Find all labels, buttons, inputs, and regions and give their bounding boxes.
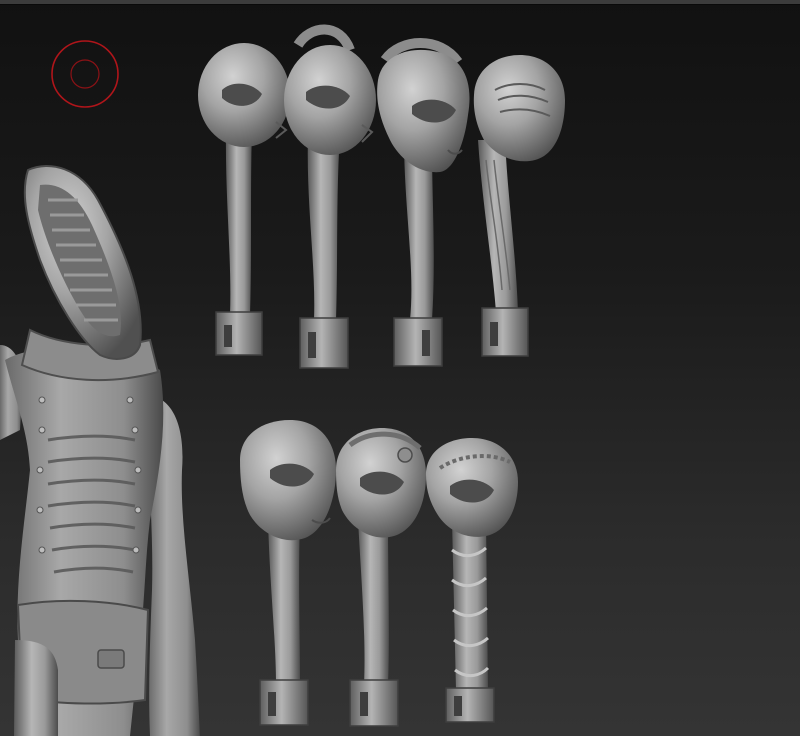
full-figure-sculpt[interactable]: [0, 165, 200, 736]
head-sculpt-top-1[interactable]: [198, 43, 290, 356]
head-sculpt-bottom-1[interactable]: [240, 420, 336, 726]
sculpt-scene[interactable]: [0, 0, 800, 736]
target-circle-icon[interactable]: [49, 38, 121, 110]
head-sculpt-top-3[interactable]: [377, 38, 470, 367]
head-sculpt-top-4[interactable]: [473, 55, 565, 357]
head-sculpt-bottom-2[interactable]: [336, 428, 426, 727]
head-sculpt-bottom-3[interactable]: [426, 438, 518, 723]
zbrush-document-canvas[interactable]: [0, 0, 800, 736]
head-sculpt-top-2[interactable]: [284, 24, 376, 369]
